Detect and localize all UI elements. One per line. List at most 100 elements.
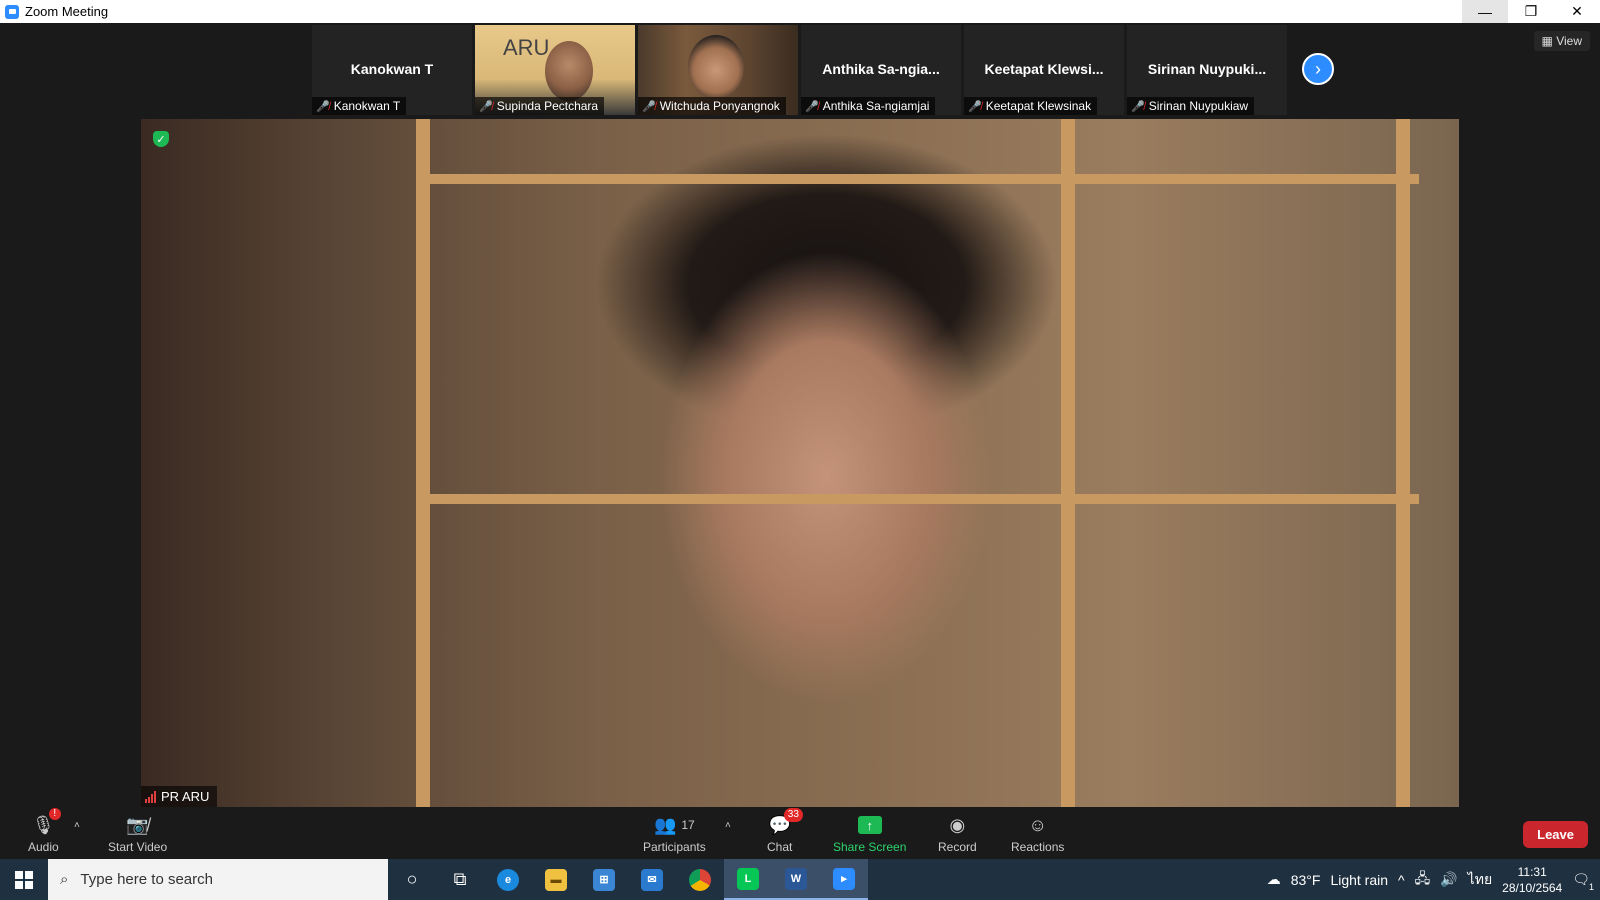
- speaker-name: PR ARU: [161, 789, 210, 804]
- record-label: Record: [938, 840, 977, 854]
- share-screen-icon: ↑: [857, 816, 882, 834]
- record-icon: ◉: [949, 814, 966, 835]
- participant-tile[interactable]: ARU 🎤̸ Supinda Pectchara: [475, 25, 635, 115]
- notification-count: 1: [1588, 882, 1594, 892]
- mic-muted-icon: 🎤̸: [805, 100, 819, 113]
- microphone-icon: 🎙 !: [32, 808, 61, 836]
- participant-name: Witchuda Ponyangnok: [659, 99, 780, 113]
- participant-name: Keetapat Klewsinak: [985, 99, 1092, 113]
- mail-icon[interactable]: ✉: [628, 859, 676, 900]
- window-controls: — ❐ ✕: [1462, 0, 1600, 23]
- audio-options-caret-icon[interactable]: ˄: [74, 820, 80, 831]
- mic-muted-icon: 🎤̸: [479, 100, 493, 113]
- mic-muted-icon: 🎤̸: [968, 100, 982, 113]
- participant-name-label: 🎤̸ Witchuda Ponyangnok: [638, 97, 786, 115]
- audio-label: Audio: [28, 840, 59, 854]
- store-icon[interactable]: ⊞: [580, 859, 628, 900]
- system-tray: ☁ 83°F Light rain ^ 🖧 🔊 ไทย 11:31 28/10/…: [1267, 859, 1600, 900]
- window-titlebar: Zoom Meeting — ❐ ✕: [0, 0, 1600, 23]
- minimize-button[interactable]: —: [1462, 0, 1508, 23]
- chevron-right-icon[interactable]: ›: [1302, 53, 1334, 85]
- bookshelf-shelf: [421, 494, 1419, 504]
- shield-icon[interactable]: ✓: [153, 131, 169, 147]
- mic-muted-icon: 🎤̸: [1131, 100, 1145, 113]
- zoom-app-icon: [5, 4, 19, 19]
- record-button[interactable]: ◉ Record: [938, 814, 977, 855]
- volume-icon[interactable]: 🔊: [1440, 871, 1457, 888]
- chevron-up-icon[interactable]: ^: [1398, 872, 1405, 888]
- bookshelf-shelf: [421, 174, 1419, 184]
- active-speaker-video: ✓ PR ARU: [141, 119, 1459, 807]
- participant-name: Kanokwan T: [333, 99, 401, 113]
- input-language[interactable]: ไทย: [1468, 869, 1492, 891]
- mic-muted-icon: 🎤̸: [642, 100, 656, 113]
- reactions-button[interactable]: ☺ Reactions: [1011, 814, 1065, 855]
- participant-name-label: 🎤̸ Anthika Sa-ngiamjai: [801, 97, 936, 115]
- participant-tile[interactable]: 🎤̸ Witchuda Ponyangnok: [638, 25, 798, 115]
- search-icon: ⌕: [60, 871, 69, 888]
- share-screen-label: Share Screen: [833, 840, 907, 854]
- mic-muted-icon: 🎤̸: [316, 100, 330, 113]
- taskbar-clock[interactable]: 11:31 28/10/2564: [1502, 864, 1562, 896]
- participant-name-label: 🎤̸ Supinda Pectchara: [475, 97, 605, 115]
- participant-name-label: 🎤̸ Sirinan Nuypukiaw: [1127, 97, 1255, 115]
- chat-button[interactable]: 💬 33 Chat: [767, 808, 803, 854]
- reactions-label: Reactions: [1011, 840, 1065, 854]
- participant-display-name: Keetapat Klewsi...: [984, 61, 1104, 77]
- participant-name: Sirinan Nuypukiaw: [1148, 99, 1249, 113]
- video-off-icon: 📷̸: [126, 814, 149, 835]
- start-button[interactable]: [0, 859, 48, 900]
- windows-taskbar: ⌕ Type here to search ○ ⧉ e ▬ ⊞ ✉ L W ▸ …: [0, 859, 1600, 900]
- chat-label: Chat: [767, 840, 793, 854]
- gallery-strip: Kanokwan T 🎤̸ Kanokwan T ARU 🎤̸ Supinda …: [312, 25, 1287, 115]
- cortana-icon[interactable]: ○: [388, 859, 436, 900]
- participants-label: Participants: [643, 840, 706, 854]
- line-icon[interactable]: L: [724, 859, 772, 900]
- grid-icon: ▦: [1541, 34, 1553, 48]
- participants-icon: 👥 17: [653, 814, 695, 835]
- chrome-icon[interactable]: [676, 859, 724, 900]
- zoom-taskbar-icon[interactable]: ▸: [820, 859, 868, 900]
- search-placeholder: Type here to search: [80, 871, 213, 888]
- windows-logo-icon: [15, 870, 33, 889]
- start-video-button[interactable]: 📷̸ Start Video: [108, 814, 167, 855]
- weather-description[interactable]: Light rain: [1330, 872, 1388, 888]
- participant-tile[interactable]: Anthika Sa-ngia... 🎤̸ Anthika Sa-ngiamja…: [801, 25, 961, 115]
- participant-name: Supinda Pectchara: [496, 99, 599, 113]
- clock-time: 11:31: [1517, 864, 1547, 879]
- close-button[interactable]: ✕: [1554, 0, 1600, 23]
- taskbar-search-box[interactable]: ⌕ Type here to search: [48, 859, 388, 900]
- task-view-icon[interactable]: ⧉: [436, 859, 484, 900]
- audio-button[interactable]: 🎙 ! Audio: [28, 808, 61, 854]
- chat-unread-badge: 33: [783, 808, 803, 822]
- participants-options-caret-icon[interactable]: ˄: [725, 820, 731, 831]
- clock-date: 28/10/2564: [1502, 880, 1563, 895]
- participant-tile[interactable]: Keetapat Klewsi... 🎤̸ Keetapat Klewsinak: [964, 25, 1124, 115]
- weather-temperature[interactable]: 83°F: [1291, 872, 1321, 888]
- participant-display-name: Kanokwan T: [350, 61, 434, 77]
- bookshelf-post: [416, 119, 430, 807]
- notification-icon[interactable]: 🗨 1: [1572, 871, 1594, 892]
- file-explorer-icon[interactable]: ▬: [532, 859, 580, 900]
- edge-icon[interactable]: e: [484, 859, 532, 900]
- view-button[interactable]: ▦ View: [1533, 31, 1590, 51]
- word-icon[interactable]: W: [772, 859, 820, 900]
- participant-tile[interactable]: Sirinan Nuypuki... 🎤̸ Sirinan Nuypukiaw: [1127, 25, 1287, 115]
- speaker-name-label: PR ARU: [141, 786, 218, 807]
- background-banner-text: ARU: [503, 35, 550, 60]
- participant-name-label: 🎤̸ Kanokwan T: [312, 97, 407, 115]
- audio-warning-badge: !: [48, 808, 61, 820]
- view-label: View: [1556, 34, 1582, 48]
- participant-display-name: Sirinan Nuypuki...: [1147, 61, 1267, 77]
- participant-name-label: 🎤̸ Keetapat Klewsinak: [964, 97, 1098, 115]
- meeting-controls: 🎙 ! Audio ˄ 📷̸ Start Video 👥 17 Particip…: [0, 808, 1600, 859]
- leave-button[interactable]: Leave: [1523, 821, 1588, 848]
- share-screen-button[interactable]: ↑ Share Screen: [833, 814, 906, 854]
- participants-button[interactable]: 👥 17 Participants: [643, 814, 706, 855]
- participant-display-name: Anthika Sa-ngia...: [822, 61, 940, 77]
- participant-tile[interactable]: Kanokwan T 🎤̸ Kanokwan T: [312, 25, 472, 115]
- participant-video: [545, 41, 593, 101]
- network-icon[interactable]: 🖧: [1415, 868, 1431, 892]
- restore-button[interactable]: ❐: [1508, 0, 1554, 23]
- signal-strength-icon: [145, 790, 156, 803]
